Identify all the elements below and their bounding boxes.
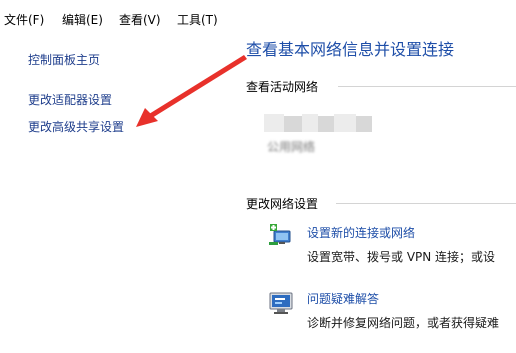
menu-file[interactable]: 文件(F): [4, 11, 44, 28]
menu-view[interactable]: 查看(V): [119, 11, 161, 28]
troubleshoot-icon[interactable]: [268, 290, 294, 316]
network-setup-icon[interactable]: [268, 222, 294, 248]
network-type-label: 公用网络: [267, 140, 316, 154]
menu-edit[interactable]: 编辑(E): [62, 11, 103, 28]
arrow-head: [136, 108, 158, 127]
sidebar-item-change-adapter-settings[interactable]: 更改适配器设置: [28, 91, 112, 108]
sidebar-item-change-advanced-sharing[interactable]: 更改高级共享设置: [28, 118, 124, 135]
change-network-settings-header: 更改网络设置: [246, 197, 319, 211]
menu-tools[interactable]: 工具(T): [177, 11, 218, 28]
setup-new-connection-link[interactable]: 设置新的连接或网络: [307, 224, 415, 241]
troubleshoot-link[interactable]: 问题疑难解答: [307, 290, 379, 307]
active-networks-header: 查看活动网络: [246, 80, 319, 94]
change-settings-divider: [336, 203, 516, 204]
menu-bar: 文件(F) 编辑(E) 查看(V) 工具(T): [0, 0, 516, 36]
troubleshoot-description: 诊断并修复网络问题，或者获得疑难: [307, 316, 500, 330]
active-networks-divider: [338, 86, 516, 87]
page-title: 查看基本网络信息并设置连接: [246, 40, 455, 59]
sidebar-item-control-panel-home[interactable]: 控制面板主页: [28, 51, 100, 68]
setup-new-connection-description: 设置宽带、拨号或 VPN 连接；或设: [307, 250, 496, 264]
arrow-shaft: [149, 55, 247, 118]
